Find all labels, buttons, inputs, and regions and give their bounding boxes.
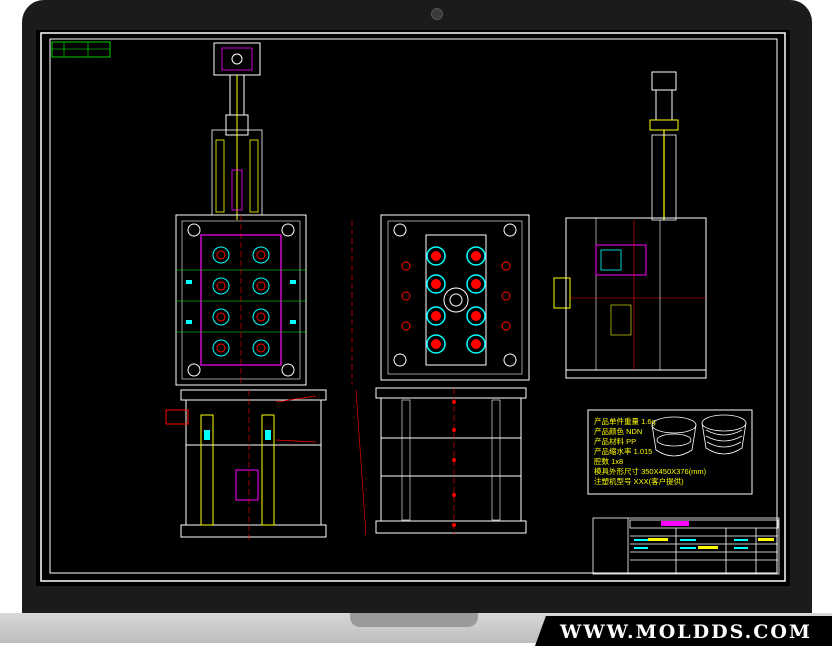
drawing-inner-border: [49, 38, 778, 574]
webcam-icon: [431, 8, 443, 20]
spec-line-4: 产品缩水率 1.015: [594, 446, 652, 456]
title-block: [592, 517, 780, 575]
part-sketch-1: [651, 416, 697, 457]
top-view-middle: [351, 214, 530, 385]
part-sketch-2: [701, 414, 747, 455]
spec-line-3: 产品材料 PP: [594, 436, 636, 446]
section-view-left: [165, 389, 327, 540]
side-view-right: [553, 71, 707, 379]
drawing-outer-border: [40, 32, 786, 582]
spec-line-6: 模具外形尺寸 350X450X376(mm): [594, 466, 707, 476]
spec-line-1: 产品单件重量 1.6g: [594, 416, 656, 426]
product-spec-note: 产品单件重量 1.6g 产品颜色 NDN 产品材料 PP 产品缩水率 1.015…: [587, 409, 753, 495]
top-view-left: [175, 42, 307, 386]
mold-assembly-drawing: 产品单件重量 1.6g 产品颜色 NDN 产品材料 PP 产品缩水率 1.015…: [40, 32, 786, 582]
laptop-notch: [350, 613, 478, 627]
section-view-middle: [355, 387, 527, 536]
cad-drawing-screen: 产品单件重量 1.6g 产品颜色 NDN 产品材料 PP 产品缩水率 1.015…: [36, 30, 790, 586]
spec-line-7: 注塑机型号 XXX(客户提供): [594, 476, 684, 486]
revision-block: [51, 41, 111, 58]
spec-line-2: 产品颜色 NDN: [594, 426, 642, 436]
spec-line-5: 腔数 1x8: [594, 456, 623, 466]
watermark-text: WWW.MOLDDS.COM: [560, 621, 812, 643]
